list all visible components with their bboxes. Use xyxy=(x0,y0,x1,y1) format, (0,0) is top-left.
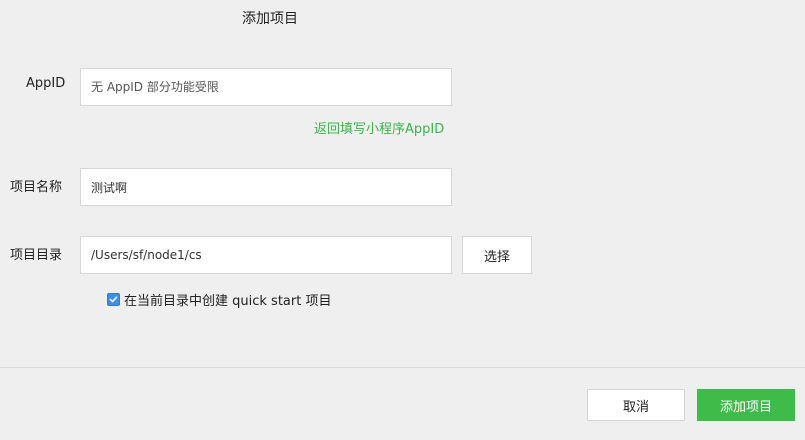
quickstart-checkbox-row[interactable]: 在当前目录中创建 quick start 项目 xyxy=(107,290,331,309)
checkbox-checked-icon[interactable] xyxy=(107,293,120,306)
appid-label: AppID xyxy=(26,76,66,91)
dialog-title: 添加项目 xyxy=(242,11,298,27)
quickstart-label: 在当前目录中创建 quick start 项目 xyxy=(124,294,332,309)
appid-input[interactable] xyxy=(80,68,452,106)
project-name-label: 项目名称 xyxy=(10,180,63,195)
add-project-button[interactable]: 添加项目 xyxy=(697,389,795,421)
project-dir-input[interactable] xyxy=(80,236,452,274)
return-appid-link[interactable]: 返回填写小程序AppID xyxy=(314,118,444,137)
project-name-input[interactable] xyxy=(80,168,452,206)
project-dir-label: 项目目录 xyxy=(10,248,63,263)
footer-divider xyxy=(0,367,805,368)
choose-dir-button[interactable]: 选择 xyxy=(462,236,532,274)
checkmark-icon xyxy=(109,296,118,303)
cancel-button[interactable]: 取消 xyxy=(587,389,685,421)
